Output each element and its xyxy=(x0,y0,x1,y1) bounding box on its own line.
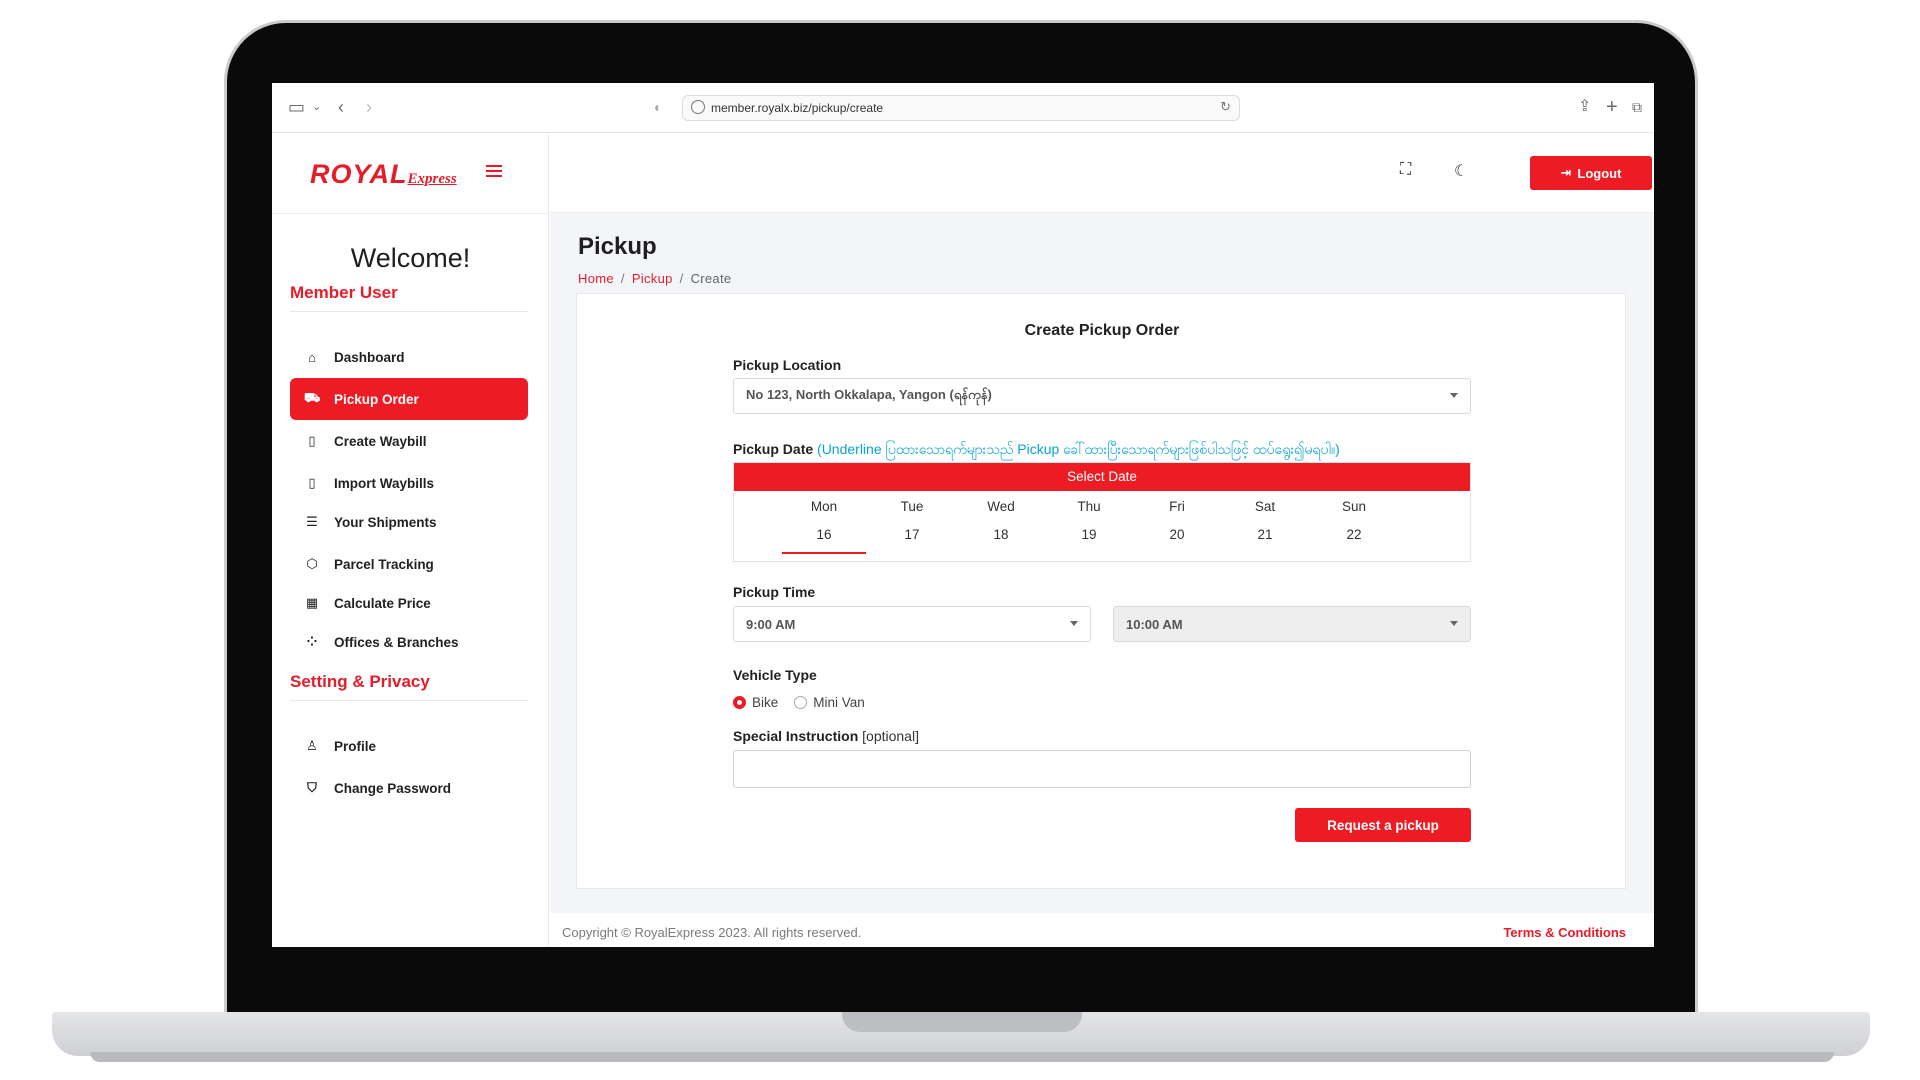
divider xyxy=(290,700,528,701)
sidebar-item-import-waybills[interactable]: ▯ Import Waybills xyxy=(290,462,528,504)
day-mon[interactable]: Mon 16 xyxy=(782,491,866,554)
sidebar-item-parcel-tracking[interactable]: ⬡ Parcel Tracking xyxy=(290,543,528,585)
box-icon: ⬡ xyxy=(306,556,318,571)
divider xyxy=(272,213,549,214)
breadcrumb: Home / Pickup / Create xyxy=(578,271,732,286)
terms-link[interactable]: Terms & Conditions xyxy=(1503,925,1626,940)
vehicle-type-label: Vehicle Type xyxy=(733,667,817,683)
privacy-shield-icon[interactable]: ◐ xyxy=(654,97,662,117)
sidebar-item-dashboard[interactable]: ⌂ Dashboard xyxy=(290,336,528,378)
home-icon: ⌂ xyxy=(308,349,316,365)
sidebar-item-profile[interactable]: ♙ Profile xyxy=(290,725,528,767)
sidebar-item-change-password[interactable]: ⛉ Change Password xyxy=(290,767,528,809)
vehicle-bike-radio[interactable] xyxy=(733,696,746,709)
top-header: ⛶ ☾ ⇥ Logout xyxy=(550,133,1654,213)
logout-icon: ⇥ xyxy=(1560,165,1572,180)
date-picker: Select Date Mon 16 Tue 17 Wed 18 Thu 19 xyxy=(733,462,1471,562)
reload-icon[interactable]: ↻ xyxy=(1220,99,1231,115)
share-icon[interactable]: ⇪ xyxy=(1578,97,1591,117)
section-member-user: Member User xyxy=(290,283,398,302)
special-instruction-label: Special Instruction [optional] xyxy=(733,728,919,744)
pickup-time-from-select[interactable]: 9:00 AM xyxy=(733,606,1091,642)
menu-toggle-icon[interactable] xyxy=(486,165,502,180)
caret-down-icon xyxy=(1070,621,1078,626)
vehicle-type-options: Bike Mini Van xyxy=(733,695,865,710)
forward-icon[interactable]: › xyxy=(366,97,372,117)
caret-down-icon xyxy=(1450,393,1458,398)
chevron-down-icon[interactable]: ⌄ xyxy=(312,97,321,117)
truck-icon: ⛟ xyxy=(304,390,321,405)
sidebar-toggle-icon[interactable]: ▭ xyxy=(288,97,305,117)
sidebar-item-calculate-price[interactable]: ▦ Calculate Price xyxy=(290,582,528,624)
pickup-time-label: Pickup Time xyxy=(733,584,816,600)
footer: Copyright © RoyalExpress 2023. All right… xyxy=(550,913,1654,947)
breadcrumb-home[interactable]: Home xyxy=(578,271,614,286)
calculator-icon: ▦ xyxy=(305,595,319,610)
screen: ▭ ⌄ ‹ › ◐ member.royalx.biz/pickup/creat… xyxy=(272,83,1654,947)
caret-down-icon xyxy=(1450,621,1458,626)
globe-icon xyxy=(691,100,705,114)
sidebar-item-offices-branches[interactable]: ⁘ Offices & Branches xyxy=(290,621,528,663)
user-icon: ♙ xyxy=(306,738,318,753)
breadcrumb-pickup[interactable]: Pickup xyxy=(632,271,673,286)
address-bar[interactable]: member.royalx.biz/pickup/create ↻ xyxy=(682,95,1240,121)
page-title: Pickup xyxy=(578,233,657,260)
phone-icon: ▯ xyxy=(308,475,316,490)
vehicle-minivan-label[interactable]: Mini Van xyxy=(813,695,865,710)
new-tab-icon[interactable]: + xyxy=(1606,97,1618,117)
section-setting-privacy: Setting & Privacy xyxy=(290,672,430,691)
pickup-date-label: Pickup Date (Underline ပြထားသောရက်များသည… xyxy=(733,441,1340,457)
day-fri[interactable]: Fri 20 xyxy=(1135,491,1219,552)
laptop-base-shadow xyxy=(90,1052,1834,1062)
pickup-date-hint: (Underline ပြထားသောရက်များသည် Pickup ခေါ… xyxy=(817,441,1340,457)
sidebar-item-pickup-order[interactable]: ⛟ Pickup Order xyxy=(290,378,528,420)
day-sat[interactable]: Sat 21 xyxy=(1223,491,1307,552)
phone-icon: ▯ xyxy=(308,433,316,448)
pickup-location-select[interactable]: No 123, North Okkalapa, Yangon (ရန်ကုန်) xyxy=(733,378,1471,414)
main-content: Pickup Home / Pickup / Create Create Pickup … xyxy=(550,213,1654,913)
tabs-overview-icon[interactable]: ⧉ xyxy=(1632,97,1642,117)
fullscreen-icon[interactable]: ⛶ xyxy=(1400,161,1411,179)
special-instruction-textarea[interactable] xyxy=(733,750,1471,788)
pickup-location-label: Pickup Location xyxy=(733,357,842,373)
sidebar-item-create-waybill[interactable]: ▯ Create Waybill xyxy=(290,420,528,462)
breadcrumb-create: Create xyxy=(690,271,732,286)
day-sun[interactable]: Sun 22 xyxy=(1312,491,1396,552)
royal-express-logo[interactable]: ROYALExpress xyxy=(310,159,457,193)
vehicle-bike-label[interactable]: Bike xyxy=(752,695,778,710)
pickup-order-card: Create Pickup Order Pickup Location No 1… xyxy=(576,293,1626,889)
route-icon: ⁘ xyxy=(306,634,318,649)
back-icon[interactable]: ‹ xyxy=(338,97,344,117)
sidebar-item-your-shipments[interactable]: ☰ Your Shipments xyxy=(290,501,528,543)
moon-icon[interactable]: ☾ xyxy=(1454,161,1468,181)
divider xyxy=(290,311,528,312)
day-tue[interactable]: Tue 17 xyxy=(870,491,954,552)
shield-icon: ⛉ xyxy=(307,780,317,795)
request-pickup-button[interactable]: Request a pickup xyxy=(1295,808,1471,842)
list-icon: ☰ xyxy=(306,514,318,529)
copyright-text: Copyright © RoyalExpress 2023. All right… xyxy=(562,925,862,940)
day-thu[interactable]: Thu 19 xyxy=(1047,491,1131,552)
browser-toolbar: ▭ ⌄ ‹ › ◐ member.royalx.biz/pickup/creat… xyxy=(272,83,1654,133)
url-text: member.royalx.biz/pickup/create xyxy=(711,101,884,115)
day-wed[interactable]: Wed 18 xyxy=(959,491,1043,552)
welcome-text: Welcome! xyxy=(350,243,471,273)
laptop-notch xyxy=(842,1012,1082,1032)
sidebar: ROYALExpress Welcome! Member User ⌂ Dash… xyxy=(272,133,549,947)
logout-button[interactable]: ⇥ Logout xyxy=(1530,156,1652,190)
select-date-header: Select Date xyxy=(734,463,1470,491)
pickup-time-to-select[interactable]: 10:00 AM xyxy=(1113,606,1471,642)
vehicle-minivan-radio[interactable] xyxy=(794,696,808,709)
card-title: Create Pickup Order xyxy=(1024,322,1180,339)
